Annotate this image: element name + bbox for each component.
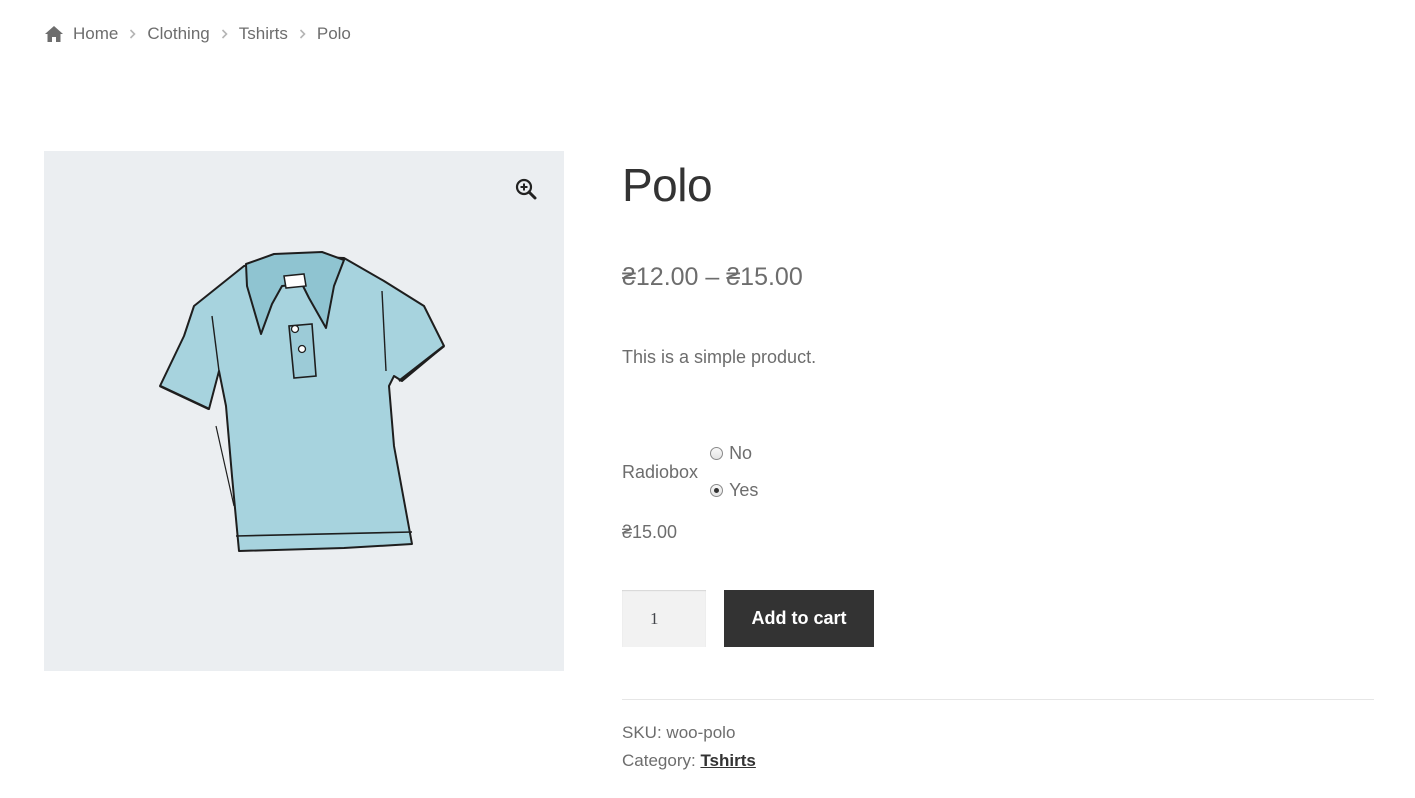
breadcrumb: Home Clothing Tshirts Polo (44, 24, 351, 44)
product-page: Home Clothing Tshirts Polo Polo ₴12.00 –… (0, 0, 1415, 798)
price-range: ₴12.00 – ₴15.00 (622, 263, 803, 291)
product-image[interactable] (154, 246, 454, 576)
quantity-input[interactable] (622, 590, 706, 647)
radio-option-label: No (729, 443, 753, 463)
variation-label: Radiobox (622, 461, 699, 482)
radio-option-label: Yes (729, 480, 759, 500)
radio-option-yes[interactable]: Yes (710, 472, 758, 509)
breadcrumb-tshirts[interactable]: Tshirts (239, 24, 288, 44)
short-description: This is a simple product. (622, 347, 817, 367)
sku-value: woo-polo (666, 723, 736, 742)
add-to-cart-button[interactable]: Add to cart (724, 590, 874, 647)
variation-price: ₴15.00 (622, 522, 678, 542)
chevron-right-icon (130, 29, 136, 39)
product-gallery (44, 151, 564, 671)
chevron-right-icon (221, 29, 228, 39)
chevron-right-icon (299, 29, 306, 39)
category-label: Category: (622, 751, 696, 770)
category-link[interactable]: Tshirts (700, 751, 755, 770)
sku-row: SKU: woo-polo (622, 719, 756, 747)
divider (622, 699, 1374, 700)
sku-label: SKU: (622, 723, 662, 742)
zoom-in-icon[interactable] (514, 177, 538, 201)
product-meta: SKU: woo-polo Category: Tshirts (622, 719, 756, 775)
variation-radiobox: Radiobox No Yes (622, 435, 758, 509)
add-to-cart-form: Add to cart (622, 590, 874, 647)
home-icon (45, 26, 63, 42)
category-row: Category: Tshirts (622, 747, 756, 775)
radio-option-no[interactable]: No (710, 435, 758, 472)
radio-button-checked[interactable] (710, 484, 724, 497)
breadcrumb-clothing[interactable]: Clothing (147, 24, 209, 44)
radio-button[interactable] (710, 447, 724, 460)
product-title: Polo (622, 159, 713, 211)
radio-group: No Yes (710, 435, 758, 509)
breadcrumb-current: Polo (316, 24, 351, 43)
breadcrumb-home[interactable]: Home (73, 24, 118, 44)
